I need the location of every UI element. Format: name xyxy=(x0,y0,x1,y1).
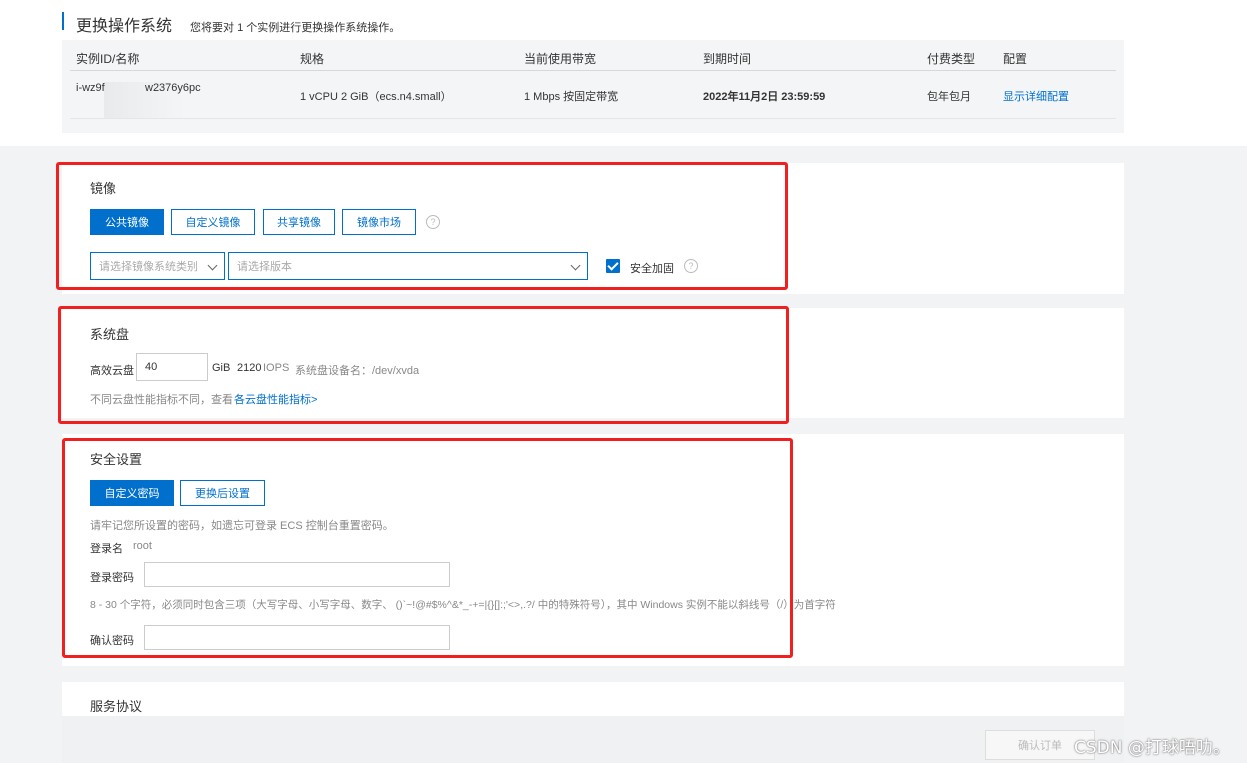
security-section-title: 安全设置 xyxy=(90,452,143,467)
disk-device-name: 系统盘设备名：/dev/xvda xyxy=(295,365,420,377)
disk-iops-unit: IOPS xyxy=(263,362,290,374)
page-subtitle: 您将要对 1 个实例进行更换操作系统操作。 xyxy=(190,22,401,34)
disk-iops-value: 2120 xyxy=(237,362,262,374)
tab-set-after-change[interactable]: 更换后设置 xyxy=(180,480,265,506)
agreement-card xyxy=(62,682,1124,716)
show-config-link[interactable]: 显示详细配置 xyxy=(1003,88,1069,104)
page-title: 更换操作系统 xyxy=(76,18,173,35)
agreement-section-title: 服务协议 xyxy=(90,699,143,714)
instance-bandwidth: 1 Mbps 按固定带宽 xyxy=(524,91,619,103)
col-header-expire: 到期时间 xyxy=(703,52,752,66)
table-header-divider xyxy=(70,70,1116,71)
image-section-title: 镜像 xyxy=(90,181,117,196)
password-input[interactable] xyxy=(144,562,450,587)
tab-custom-password[interactable]: 自定义密码 xyxy=(90,480,174,506)
instance-id-prefix: i-wz9f xyxy=(76,82,105,94)
col-header-config: 配置 xyxy=(1003,52,1028,66)
table-row-divider xyxy=(70,118,1116,119)
top-panel: 更换操作系统 您将要对 1 个实例进行更换操作系统操作。 实例ID/名称 规格 … xyxy=(0,0,1247,146)
confirm-password-input[interactable] xyxy=(144,625,450,650)
question-circle-icon[interactable]: ? xyxy=(684,259,698,273)
page-title-bar: 更换操作系统 您将要对 1 个实例进行更换操作系统操作。 xyxy=(62,12,400,35)
disk-section-title: 系统盘 xyxy=(90,327,130,342)
disk-size-input[interactable]: 40 xyxy=(136,353,208,381)
disk-note: 不同云盘性能指标不同，查看 xyxy=(90,394,233,406)
bottom-strip xyxy=(62,716,1124,763)
instance-expire: 2022年11月2日 23:59:59 xyxy=(703,91,826,103)
disk-size-unit: GiB xyxy=(212,362,231,374)
instance-id-suffix: w2376y6pc xyxy=(145,82,201,94)
disk-performance-link[interactable]: 各云盘性能指标> xyxy=(234,391,317,407)
tab-custom-image[interactable]: 自定义镜像 xyxy=(171,209,255,235)
chevron-down-icon xyxy=(570,260,581,271)
tab-image-market[interactable]: 镜像市场 xyxy=(342,209,416,235)
col-header-spec: 规格 xyxy=(300,52,325,66)
confirm-password-label: 确认密码 xyxy=(90,635,134,647)
col-header-id: 实例ID/名称 xyxy=(76,52,140,66)
security-hardening-checkbox[interactable] xyxy=(606,259,620,273)
password-label: 登录密码 xyxy=(90,572,134,584)
login-name-label: 登录名 xyxy=(90,543,123,555)
watermark: CSDN @打球唔叻。 xyxy=(1074,738,1230,758)
login-name-value: root xyxy=(133,540,152,552)
tab-shared-image[interactable]: 共享镜像 xyxy=(263,209,335,235)
disk-type-label: 高效云盘 xyxy=(90,365,134,377)
chevron-down-icon xyxy=(207,260,218,271)
image-version-placeholder: 请选择版本 xyxy=(237,261,292,273)
instance-spec: 1 vCPU 2 GiB（ecs.n4.small） xyxy=(300,91,452,103)
security-hardening-label: 安全加固 xyxy=(630,263,674,275)
password-rule: 8 - 30 个字符，必须同时包含三项（大写字母、小写字母、数字、 ()`~!@… xyxy=(90,599,836,611)
col-header-bandwidth: 当前使用带宽 xyxy=(524,52,597,66)
password-hint: 请牢记您所设置的密码，如遗忘可登录 ECS 控制台重置密码。 xyxy=(90,520,394,532)
image-type-select[interactable]: 请选择镜像系统类别 xyxy=(90,252,225,280)
instance-table: 实例ID/名称 规格 当前使用带宽 到期时间 付费类型 配置 i-wz9f w2… xyxy=(62,40,1124,133)
instance-pay-type: 包年包月 xyxy=(927,91,971,103)
image-type-placeholder: 请选择镜像系统类别 xyxy=(99,261,198,273)
tab-public-image[interactable]: 公共镜像 xyxy=(90,209,164,235)
image-version-select[interactable]: 请选择版本 xyxy=(228,252,588,280)
question-circle-icon[interactable]: ? xyxy=(426,215,440,229)
col-header-pay-type: 付费类型 xyxy=(927,52,976,66)
